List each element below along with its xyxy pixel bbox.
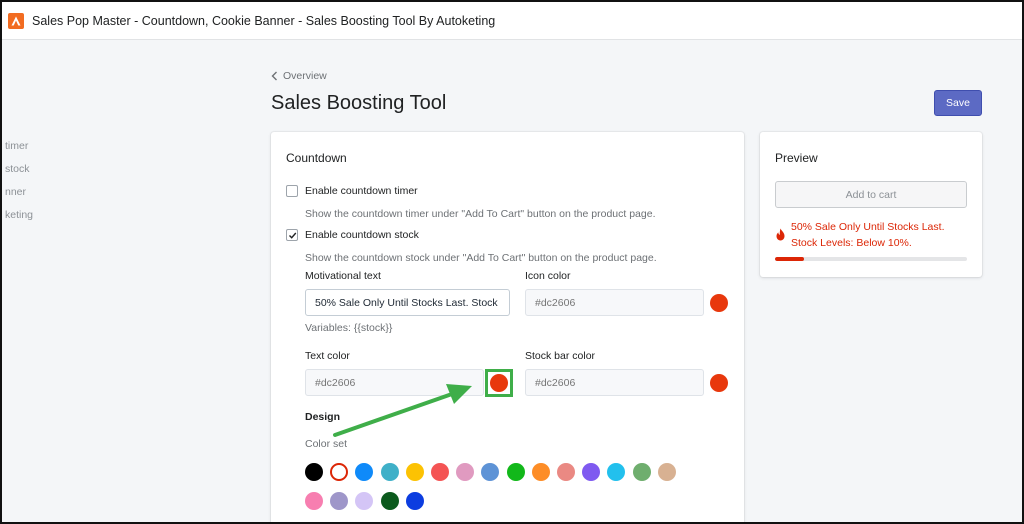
- highlight-box: [485, 369, 513, 397]
- color-swatch[interactable]: [355, 492, 374, 510]
- chevron-left-icon: [271, 71, 277, 81]
- sidebar-item-stock[interactable]: stock: [5, 163, 30, 175]
- stock-bar-color-input[interactable]: [525, 369, 704, 396]
- preview-message-line1: 50% Sale Only Until Stocks Last.: [791, 221, 945, 233]
- color-swatch[interactable]: [557, 463, 575, 481]
- motivational-text-input[interactable]: [305, 289, 510, 316]
- color-swatch[interactable]: [657, 463, 676, 481]
- color-swatch[interactable]: [531, 463, 550, 481]
- preview-card: Preview Add to cart 50% Sale Only Until …: [760, 132, 982, 277]
- text-color-input[interactable]: [305, 369, 484, 396]
- page-title: Sales Boosting Tool: [271, 92, 447, 114]
- text-color-label: Text color: [305, 350, 350, 362]
- color-swatch[interactable]: [431, 463, 449, 481]
- app-top-bar: Sales Pop Master - Countdown, Cookie Ban…: [2, 2, 1022, 40]
- color-swatch[interactable]: [405, 463, 424, 481]
- icon-color-swatch[interactable]: [710, 294, 728, 312]
- color-swatch[interactable]: [380, 463, 399, 481]
- breadcrumb-link-overview[interactable]: Overview: [283, 70, 327, 82]
- color-swatch[interactable]: [330, 492, 349, 510]
- color-swatch[interactable]: [582, 463, 601, 481]
- preview-message-line2: Stock Levels: Below 10%.: [791, 237, 912, 249]
- icon-color-input[interactable]: [525, 289, 704, 316]
- color-swatch[interactable]: [632, 463, 651, 481]
- enable-stock-label[interactable]: Enable countdown stock: [305, 229, 419, 241]
- color-swatch[interactable]: [330, 463, 349, 481]
- design-heading: Design: [305, 411, 341, 423]
- enable-stock-checkbox[interactable]: [286, 229, 298, 241]
- icon-color-label: Icon color: [525, 270, 571, 282]
- motivational-text-label: Motivational text: [305, 270, 381, 282]
- color-swatch[interactable]: [305, 463, 323, 481]
- add-to-cart-button[interactable]: Add to cart: [775, 181, 967, 208]
- color-swatch[interactable]: [405, 492, 424, 510]
- preview-heading: Preview: [775, 151, 818, 165]
- stock-bar-color-swatch[interactable]: [710, 374, 728, 392]
- countdown-heading: Countdown: [286, 151, 347, 165]
- color-swatch[interactable]: [355, 463, 374, 481]
- color-swatch[interactable]: [607, 463, 626, 481]
- stock-level-bar: [775, 257, 967, 261]
- sidebar-item-timer[interactable]: timer: [5, 140, 28, 152]
- app-title: Sales Pop Master - Countdown, Cookie Ban…: [32, 13, 496, 28]
- screenshot-frame: Sales Pop Master - Countdown, Cookie Ban…: [0, 0, 1024, 524]
- variables-hint: Variables: {{stock}}: [305, 322, 393, 334]
- timer-help-text: Show the countdown timer under "Add To C…: [305, 208, 656, 220]
- sidebar-item-banner[interactable]: nner: [5, 186, 26, 198]
- color-swatch[interactable]: [506, 463, 525, 481]
- enable-stock-row[interactable]: Enable countdown stock: [286, 229, 419, 241]
- breadcrumb[interactable]: Overview: [271, 70, 327, 82]
- autoketing-logo-icon: [8, 12, 24, 29]
- color-swatch[interactable]: [305, 492, 323, 510]
- stock-help-text: Show the countdown stock under "Add To C…: [305, 252, 657, 264]
- enable-timer-row[interactable]: Enable countdown timer: [286, 185, 418, 197]
- enable-timer-checkbox[interactable]: [286, 185, 298, 197]
- fire-icon: [776, 228, 785, 241]
- countdown-card: Countdown Enable countdown timer Show th…: [271, 132, 744, 522]
- color-set-label: Color set: [305, 438, 348, 450]
- color-swatch[interactable]: [380, 492, 399, 510]
- stock-bar-color-label: Stock bar color: [525, 350, 596, 362]
- stock-level-fill: [775, 257, 804, 261]
- sidebar-item-marketing[interactable]: keting: [5, 209, 33, 221]
- save-button[interactable]: Save: [934, 90, 982, 116]
- color-swatch[interactable]: [456, 463, 475, 481]
- color-swatch[interactable]: [481, 463, 500, 481]
- enable-timer-label[interactable]: Enable countdown timer: [305, 185, 418, 197]
